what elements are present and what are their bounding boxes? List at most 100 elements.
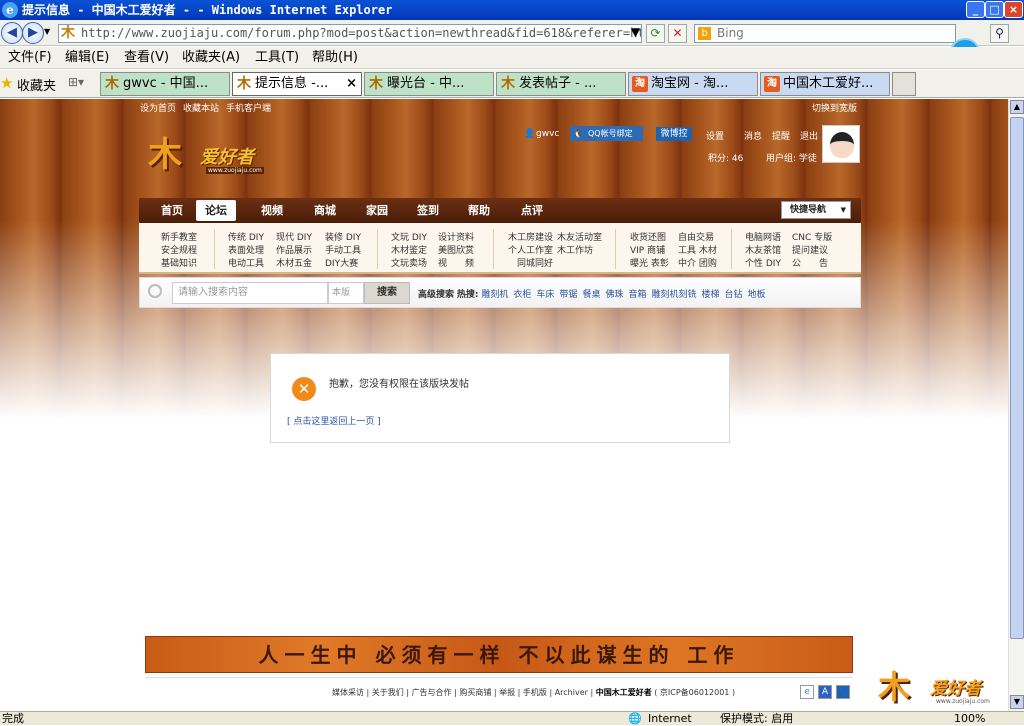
nav-review[interactable]: 点评 [521,198,543,223]
username-link[interactable]: gwvc [536,129,559,139]
subnav-col[interactable]: 自由交易 工具 木材 中介 团购 [678,232,717,271]
footer-site-name[interactable]: 中国木工爱好者 [596,688,652,697]
hot-link[interactable]: 带锯 [559,290,577,300]
subnav-col[interactable]: 传统 DIY 表面处理 电动工具 [228,232,264,271]
messages-link[interactable]: 消息 [744,129,762,142]
scroll-thumb[interactable] [1010,117,1024,639]
new-tab-button[interactable] [892,72,916,96]
menu-help[interactable]: 帮助(H) [312,47,358,69]
subnav-col[interactable]: 新手教室 安全规程 基础知识 [161,232,197,271]
go-back-link[interactable]: [ 点击这里返回上一页 ] [287,414,381,427]
nav-mall[interactable]: 商城 [314,198,336,223]
nav-help[interactable]: 帮助 [468,198,490,223]
footer-link[interactable]: 购买商铺 [459,688,491,697]
weibo-button[interactable]: 微博控 [656,127,692,141]
tab-2-active[interactable]: 木提示信息 -... × [232,72,362,96]
hot-link[interactable]: 衣柜 [513,290,531,300]
page-viewport: 设为首页 收藏本站 手机客户端 切换到宽版 木 爱好者 www.zuojiaju… [0,99,1008,711]
footer-icp[interactable]: ( 京ICP备06012001 ) [654,688,735,697]
close-button[interactable]: × [1004,1,1023,18]
ie-small-icon[interactable]: e [800,685,814,699]
footer-link[interactable]: 手机版 [523,688,547,697]
advanced-search-link[interactable]: 高级搜索 [418,290,454,300]
mobile-client-link[interactable]: 手机客户端 [226,101,271,114]
tab-4[interactable]: 木发表帖子 - ... [496,72,626,96]
menu-favorites[interactable]: 收藏夹(A) [182,47,240,69]
subnav-col[interactable]: 电脑网语 木友茶馆 个性 DIY [745,232,781,271]
hot-link[interactable]: 车床 [536,290,554,300]
menu-file[interactable]: 文件(F) [8,47,52,69]
search-scope-select[interactable]: 本版 [328,282,364,304]
switch-wide-link[interactable]: 切换到宽版 [812,101,857,114]
maximize-button[interactable]: □ [985,1,1004,18]
quick-tabs-icon[interactable]: ⊞▾ [68,75,84,89]
subnav-divider [615,229,616,269]
site-logo[interactable]: 木 爱好者 www.zuojiaju.com [148,135,273,181]
nav-forum[interactable]: 论坛 [196,200,236,221]
nav-checkin[interactable]: 签到 [417,198,439,223]
avatar[interactable] [822,125,860,163]
settings-link[interactable]: 设置 [706,129,724,142]
paw-icon[interactable]: 🐾 [836,685,850,699]
hot-link[interactable]: 楼梯 [702,290,720,300]
nav-home-space[interactable]: 家园 [366,198,388,223]
footer-link[interactable]: 媒体采访 [332,688,364,697]
search-box[interactable]: b Bing [694,24,956,43]
search-input[interactable]: 请输入搜索内容 [172,282,328,304]
zoom-text[interactable]: 100% [954,712,985,726]
footer-link[interactable]: 举报 [499,688,515,697]
a-badge-icon[interactable]: A [818,685,832,699]
hot-link[interactable]: 雕刻机 [481,290,508,300]
scroll-up-icon[interactable]: ▲ [1010,100,1024,114]
hot-link[interactable]: 台钻 [725,290,743,300]
back-icon[interactable]: ◀ [1,22,23,44]
menu-view[interactable]: 查看(V) [124,47,169,69]
bookmark-site-link[interactable]: 收藏本站 [183,101,219,114]
qq-bind-button[interactable]: 🐧 QQ帐号绑定 [570,126,643,141]
favorites-label[interactable]: 收藏夹 [17,75,56,94]
footer-link[interactable]: 广告与合作 [412,688,452,697]
subnav-col[interactable]: 文玩 DIY 木材鉴定 文玩卖场 [391,232,427,271]
tab-3[interactable]: 木曝光台 - 中... [364,72,494,96]
hot-link[interactable]: 雕刻机刻铣 [651,290,696,300]
menu-tools[interactable]: 工具(T) [255,47,299,69]
subnav-col[interactable]: 收货还图 VIP 商铺 曝光 表彰 [630,232,669,271]
address-dropdown-icon[interactable]: ▼ [626,24,645,43]
points-text[interactable]: 积分: 46 [708,151,743,164]
hot-link[interactable]: 餐桌 [582,290,600,300]
search-button[interactable]: 搜索 [364,282,410,304]
subnav-col[interactable]: 装修 DIY 手动工具 DIY大赛 [325,232,361,271]
footer-link[interactable]: 关于我们 [372,688,404,697]
hot-link[interactable]: 音箱 [628,290,646,300]
logout-link[interactable]: 退出 [800,129,818,142]
tab-5[interactable]: 淘淘宝网 - 淘... [628,72,758,96]
refresh-icon[interactable]: ⟳ [646,24,665,43]
usergroup-text[interactable]: 用户组: 学徒 [766,151,817,164]
nav-video[interactable]: 视频 [261,198,283,223]
set-homepage-link[interactable]: 设为首页 [140,101,176,114]
forward-icon[interactable]: ▶ [22,22,44,44]
history-dropdown-icon[interactable]: ▼ [44,27,50,36]
minimize-button[interactable]: _ [966,1,985,18]
mu-icon: 木 [105,76,119,92]
hot-link[interactable]: 佛珠 [605,290,623,300]
tab-1[interactable]: 木 gwvc - 中国... [100,72,230,96]
subnav-col[interactable]: 现代 DIY 作品展示 木材五金 [276,232,312,271]
menu-edit[interactable]: 编辑(E) [65,47,109,69]
subnav-col[interactable]: CNC 专版 提问建议 公 告 [792,232,832,271]
tab-close-icon[interactable]: × [346,73,357,95]
stop-icon[interactable]: ✕ [668,24,687,43]
subnav-col[interactable]: 木友活动室 木工作坊 [557,232,602,258]
reminders-link[interactable]: 提醒 [772,129,790,142]
vertical-scrollbar[interactable]: ▲ ▼ [1008,99,1024,711]
subnav-col[interactable]: 设计资料 美图欣赏 视 频 [438,232,474,271]
hot-link[interactable]: 地板 [748,290,766,300]
protected-mode-text[interactable]: 保护模式: 启用 [720,712,793,726]
quick-nav-button[interactable]: 快捷导航 ▼ [781,201,851,219]
subnav-col[interactable]: 木工房建设 个人工作室 同城同好 [508,232,553,271]
nav-home[interactable]: 首页 [161,198,183,223]
footer-link[interactable]: Archiver [555,688,588,697]
tab-6[interactable]: 淘中国木工爱好... [760,72,890,96]
address-input[interactable]: 木 http://www.zuojiaju.com/forum.php?mod=… [58,24,642,43]
search-go-icon[interactable]: ⚲ [990,24,1009,43]
